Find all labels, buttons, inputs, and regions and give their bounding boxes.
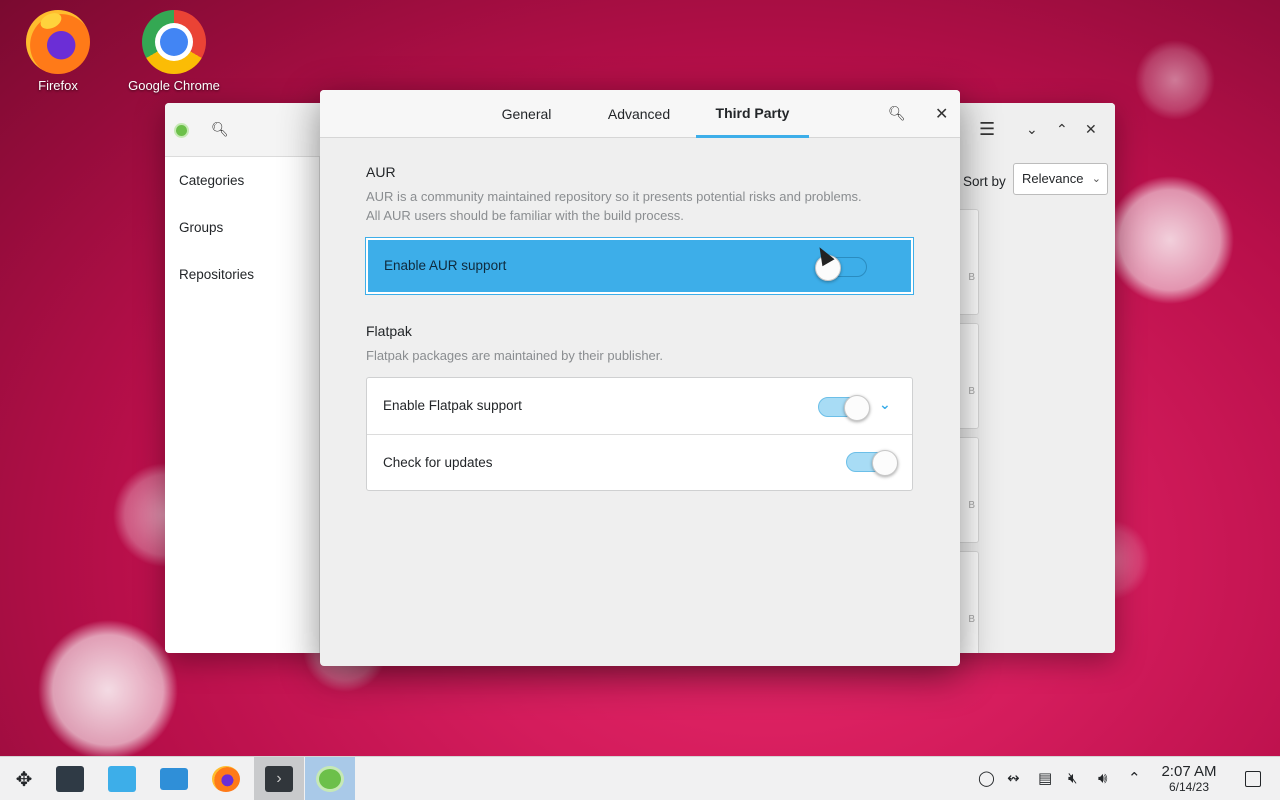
hamburger-menu-icon[interactable]: ☰ — [979, 119, 995, 140]
app-launcher-button[interactable]: ✥ — [0, 757, 48, 800]
enable-aur-row[interactable]: Enable AUR support — [365, 237, 914, 295]
mute-icon[interactable]: 🔇︎ — [1068, 757, 1077, 800]
dialog-header: General Advanced Third Party 🔍︎ ✕ — [320, 90, 960, 138]
flatpak-description: Flatpak packages are maintained by their… — [366, 348, 664, 363]
tray-expand-icon[interactable]: ⌃ — [1128, 757, 1141, 800]
chevron-down-icon: ⌄ — [1091, 173, 1101, 185]
taskbar: ✥ › ◯ ↭ ▤ 🔇︎ 🔊︎ ⌃ 2:07 AM 6/14/23 — [0, 756, 1280, 800]
sidebar: Categories Groups Repositories — [165, 157, 320, 653]
package-card[interactable]: B — [960, 437, 979, 543]
chrome-icon — [142, 10, 206, 74]
clipboard-icon[interactable]: ▤ — [1038, 757, 1052, 800]
taskbar-settings[interactable] — [46, 757, 94, 800]
tab-general[interactable]: General — [490, 90, 563, 138]
taskbar-discover[interactable] — [98, 757, 146, 800]
enable-flatpak-toggle[interactable] — [818, 395, 870, 421]
desktop-icon-label: Firefox — [38, 78, 78, 93]
clock-time: 2:07 AM — [1161, 763, 1217, 780]
app-download-icon — [174, 123, 189, 138]
package-card[interactable]: B — [960, 323, 979, 429]
folder-icon — [160, 768, 188, 790]
minimize-icon[interactable]: ⌄ — [1026, 121, 1038, 138]
tab-advanced[interactable]: Advanced — [600, 90, 678, 138]
settings-dialog: General Advanced Third Party 🔍︎ ✕ AUR AU… — [320, 90, 960, 666]
aur-description: AUR is a community maintained repository… — [366, 189, 862, 223]
close-icon[interactable]: ✕ — [935, 104, 948, 124]
check-updates-row[interactable]: Check for updates — [367, 434, 912, 490]
aur-settings-box: Enable AUR support — [365, 237, 914, 295]
enable-aur-label: Enable AUR support — [384, 258, 507, 273]
sort-dropdown-value: Relevance — [1022, 171, 1084, 186]
maximize-icon[interactable]: ⌃ — [1056, 121, 1068, 138]
download-icon — [316, 766, 344, 792]
package-card[interactable]: B — [960, 551, 979, 653]
desktop-icon-firefox[interactable]: Firefox — [3, 10, 113, 93]
toggle-knob — [872, 450, 898, 476]
flatpak-section-title: Flatpak — [366, 323, 412, 339]
sort-dropdown[interactable]: Relevance ⌄ — [1013, 163, 1108, 195]
sidebar-item-groups[interactable]: Groups — [165, 204, 319, 251]
sidebar-item-repositories[interactable]: Repositories — [165, 251, 319, 298]
check-updates-toggle[interactable] — [846, 450, 898, 476]
sort-by-label: Sort by — [963, 174, 1006, 189]
clock-date: 6/14/23 — [1168, 780, 1210, 794]
close-icon[interactable]: ✕ — [1085, 121, 1097, 138]
firefox-icon — [26, 10, 90, 74]
show-desktop-icon[interactable] — [1245, 771, 1261, 787]
clock[interactable]: 2:07 AM 6/14/23 — [1150, 763, 1228, 794]
launcher-icon: ✥ — [15, 768, 33, 791]
toggle-knob — [844, 395, 870, 421]
taskbar-files[interactable] — [150, 757, 198, 800]
package-card[interactable]: B — [960, 209, 979, 315]
check-updates-label: Check for updates — [383, 455, 493, 470]
search-icon[interactable]: 🔍︎ — [888, 105, 906, 122]
firefox-icon — [212, 766, 240, 792]
aur-section-title: AUR — [366, 164, 396, 180]
user-icon[interactable]: ◯ — [978, 757, 995, 800]
volume-icon[interactable]: 🔊︎ — [1098, 757, 1107, 800]
desktop-icon-label: Google Chrome — [128, 78, 220, 93]
enable-flatpak-row[interactable]: Enable Flatpak support ⌄ — [367, 378, 912, 434]
content-panel: ☰ ⌄ ⌃ ✕ Sort by Relevance ⌄ B B B B — [960, 103, 1115, 653]
flatpak-settings-box: Enable Flatpak support ⌄ Check for updat… — [366, 377, 913, 491]
terminal-icon: › — [265, 766, 293, 792]
taskbar-terminal[interactable]: › — [254, 757, 304, 800]
settings-icon — [56, 766, 84, 792]
network-icon[interactable]: ↭ — [1007, 757, 1020, 800]
sidebar-item-categories[interactable]: Categories — [165, 157, 319, 204]
discover-icon — [108, 766, 136, 792]
chevron-down-icon[interactable]: ⌄ — [879, 396, 891, 413]
taskbar-software-center[interactable] — [305, 757, 355, 800]
desktop-icon-chrome[interactable]: Google Chrome — [119, 10, 229, 93]
enable-flatpak-label: Enable Flatpak support — [383, 398, 522, 413]
tab-third-party[interactable]: Third Party — [696, 90, 809, 138]
search-icon[interactable]: 🔍︎ — [211, 121, 229, 138]
taskbar-firefox[interactable] — [202, 757, 250, 800]
